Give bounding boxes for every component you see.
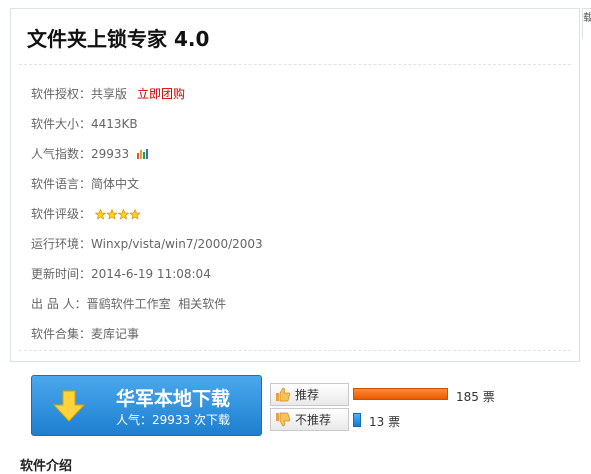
popularity-label: 人气指数： xyxy=(31,147,92,161)
page-title: 文件夹上锁专家 4.0 xyxy=(27,27,210,51)
recommend-count: 185 票 xyxy=(456,390,495,404)
publisher-link[interactable]: 晋鹞软件工作室 xyxy=(87,297,171,311)
environment-value: Winxp/vista/win7/2000/2003 xyxy=(91,237,263,251)
bar-chart-icon xyxy=(137,149,149,159)
divider xyxy=(19,64,571,65)
download-count: 人气：29933 次下载 xyxy=(116,413,230,427)
update-time-label: 更新时间： xyxy=(31,267,92,281)
row-license: 软件授权：共享版 立即团购 xyxy=(31,85,263,115)
not-recommend-count: 13 票 xyxy=(369,415,401,429)
license-label: 软件授权： xyxy=(31,87,92,101)
divider-bottom xyxy=(19,350,571,351)
rating-label: 软件评级： xyxy=(31,207,92,221)
side-tab[interactable]: 载 xyxy=(582,8,591,39)
not-recommend-button[interactable]: 不推荐 xyxy=(270,408,349,431)
thumbs-up-icon xyxy=(276,387,291,402)
language-label: 软件语言： xyxy=(31,177,92,191)
recommend-label: 推荐 xyxy=(295,388,320,402)
language-value: 简体中文 xyxy=(91,177,140,191)
row-size: 软件大小：4413KB xyxy=(31,115,263,145)
environment-label: 运行环境： xyxy=(31,237,92,251)
row-environment: 运行环境：Winxp/vista/win7/2000/2003 xyxy=(31,235,263,265)
size-label: 软件大小： xyxy=(31,117,92,131)
download-arrow-icon xyxy=(52,390,86,422)
size-value: 4413KB xyxy=(91,117,138,131)
popularity-value: 29933 xyxy=(91,147,130,161)
row-publisher: 出 品 人：晋鹞软件工作室 相关软件 xyxy=(31,295,263,325)
thumbs-down-icon xyxy=(276,412,291,427)
software-info-card: 文件夹上锁专家 4.0 软件授权：共享版 立即团购 软件大小：4413KB 人气指… xyxy=(10,8,580,362)
row-language: 软件语言：简体中文 xyxy=(31,175,263,205)
related-software-link[interactable]: 相关软件 xyxy=(178,297,226,311)
collection-link[interactable]: 麦库记事 xyxy=(91,327,139,341)
rating-stars-icon xyxy=(94,209,141,220)
collection-label: 软件合集： xyxy=(31,327,92,341)
recommend-button[interactable]: 推荐 xyxy=(270,383,349,406)
not-recommend-label: 不推荐 xyxy=(295,413,332,427)
row-popularity: 人气指数：29933 xyxy=(31,145,263,175)
info-list: 软件授权：共享版 立即团购 软件大小：4413KB 人气指数：29933 软件语言… xyxy=(31,85,263,355)
local-download-button[interactable]: 华军本地下载 人气：29933 次下载 xyxy=(31,375,262,436)
group-buy-link[interactable]: 立即团购 xyxy=(137,87,185,101)
license-value: 共享版 xyxy=(91,87,128,101)
row-update-time: 更新时间：2014-6-19 11:08:04 xyxy=(31,265,263,295)
recommend-bar xyxy=(353,388,448,400)
not-recommend-bar xyxy=(353,413,361,427)
publisher-label: 出 品 人： xyxy=(31,297,87,311)
update-time-value: 2014-6-19 11:08:04 xyxy=(91,267,211,281)
download-title: 华军本地下载 xyxy=(116,388,231,410)
row-rating: 软件评级： xyxy=(31,205,263,235)
